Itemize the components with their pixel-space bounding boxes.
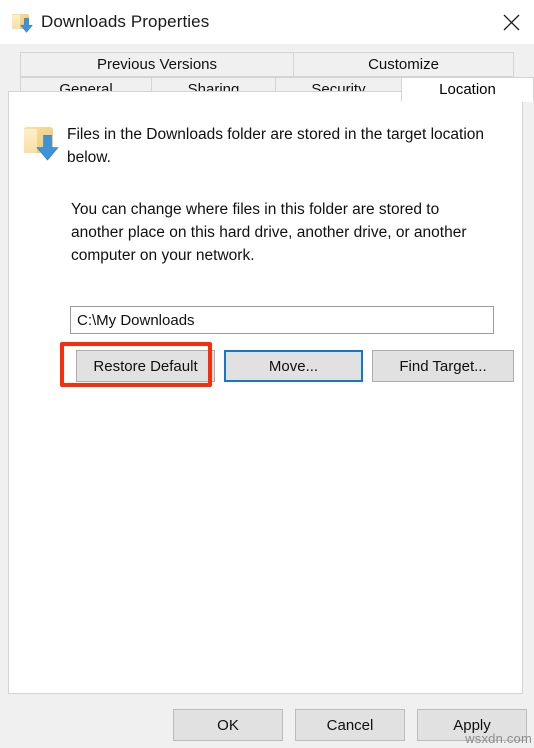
move-label: Move... <box>268 357 319 375</box>
cancel-button[interactable]: Cancel <box>295 709 405 741</box>
tab-customize[interactable]: Customize <box>293 52 514 77</box>
title-bar: Downloads Properties <box>0 0 534 44</box>
lead-text: Files in the Downloads folder are stored… <box>67 126 485 166</box>
downloads-folder-icon-large <box>21 121 59 161</box>
folder-location-input[interactable] <box>70 306 494 334</box>
tab-location[interactable]: Location <box>401 77 534 102</box>
tab-location-label: Location <box>439 81 496 98</box>
tab-previous-versions-label: Previous Versions <box>96 56 218 73</box>
cancel-label: Cancel <box>326 716 374 734</box>
restore-default-label: Restore Default <box>93 357 198 375</box>
move-button[interactable]: Move... <box>224 350 363 382</box>
dialog-footer: OK Cancel Apply <box>0 694 534 748</box>
close-x-glyph <box>503 14 519 30</box>
tab-row-top: Previous Versions Customize <box>0 52 534 77</box>
find-target-button[interactable]: Find Target... <box>372 350 514 382</box>
lead-info-row: Files in the Downloads folder are stored… <box>21 121 491 169</box>
tab-content-panel: Files in the Downloads folder are stored… <box>8 91 523 694</box>
find-target-label: Find Target... <box>399 357 487 375</box>
watermark: wsxdn.com <box>465 731 532 746</box>
restore-default-button[interactable]: Restore Default <box>76 350 215 382</box>
downloads-folder-icon <box>12 12 33 33</box>
ok-button[interactable]: OK <box>173 709 283 741</box>
close-icon[interactable] <box>488 0 534 44</box>
properties-dialog: Downloads Properties Previous Versions C… <box>0 0 534 748</box>
tab-customize-label: Customize <box>368 56 439 73</box>
window-title: Downloads Properties <box>41 12 210 31</box>
tab-previous-versions[interactable]: Previous Versions <box>20 52 293 77</box>
download-arrow-icon <box>20 18 33 33</box>
download-arrow-icon-large <box>36 135 59 161</box>
location-action-buttons: Restore Default Move... Find Target... <box>70 350 514 382</box>
description-text: You can change where files in this folde… <box>71 201 467 264</box>
ok-label: OK <box>217 716 239 734</box>
